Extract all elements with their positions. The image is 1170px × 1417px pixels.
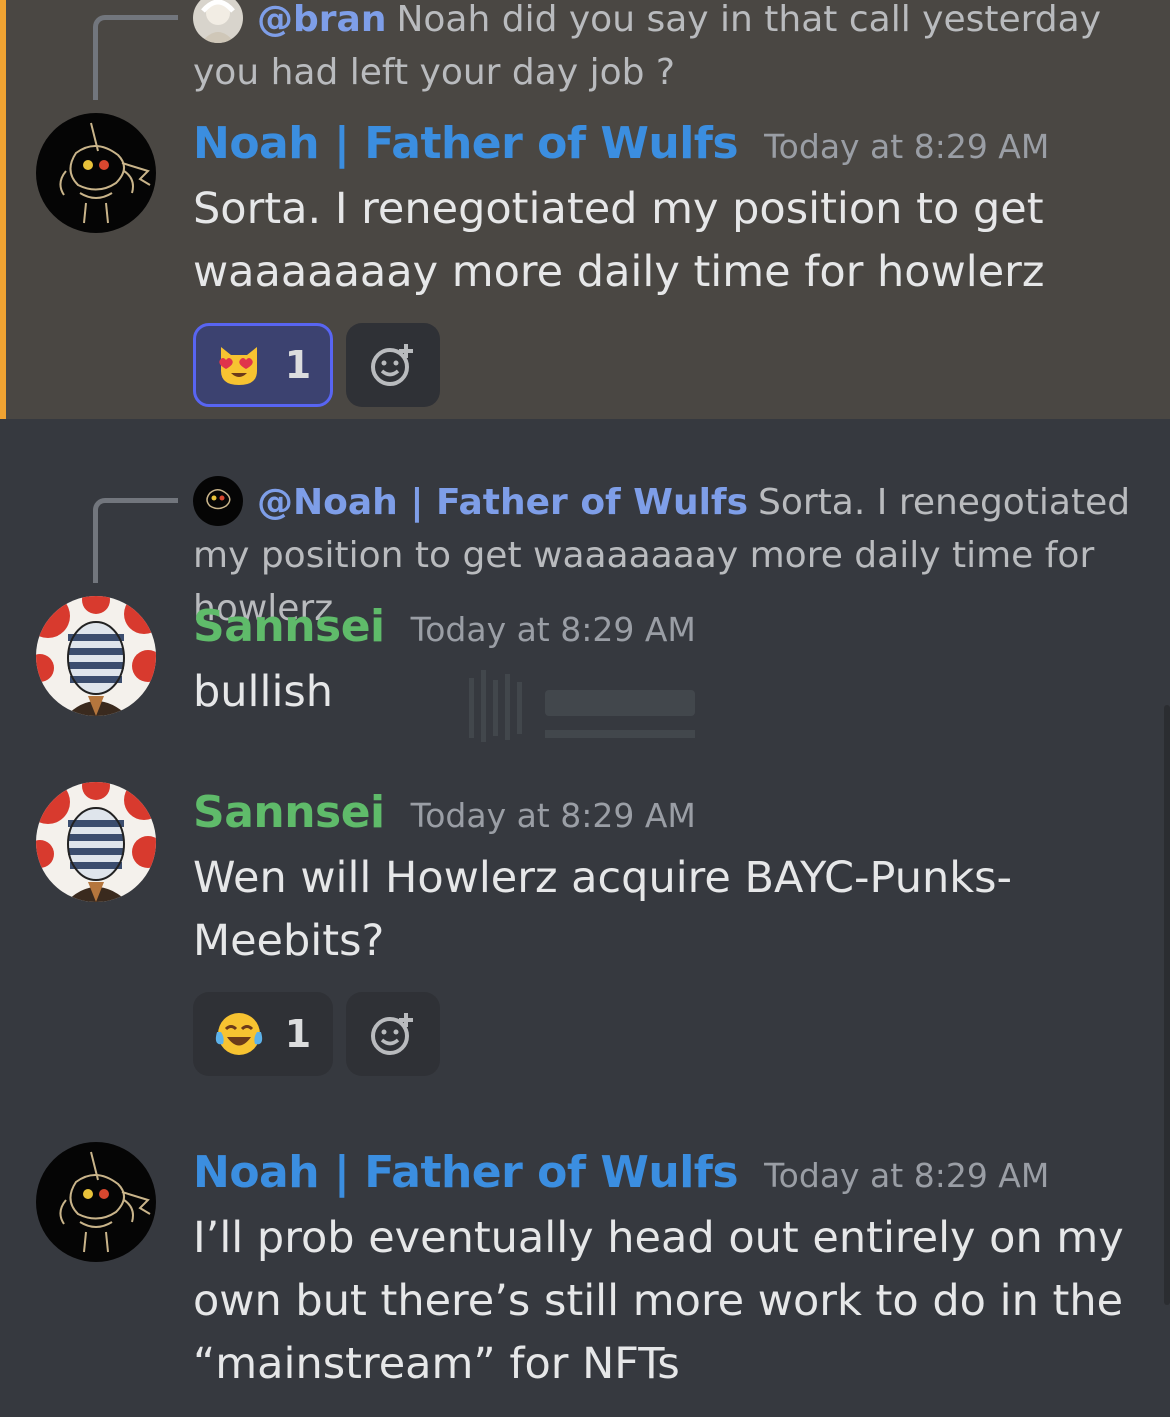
add-reaction-icon [371, 344, 413, 386]
reply-connector [93, 15, 178, 100]
noah-avatar [193, 476, 243, 526]
message-header: Noah | Father of Wulfs Today at 8:29 AM [193, 1147, 1049, 1207]
reaction-joy[interactable]: 1 [193, 992, 333, 1076]
noah-avatar[interactable] [36, 113, 156, 233]
heart-eyes-cat-emoji [219, 347, 257, 385]
reply-mention[interactable]: @bran [257, 0, 386, 40]
reply-mention[interactable]: @Noah | Father of Wulfs [257, 482, 748, 523]
message-text: Wen will Howlerz acquire BAYC-Punks-Meeb… [193, 853, 1013, 966]
reaction-heart-eyes-cat[interactable]: 1 [193, 323, 333, 407]
message-header: Noah | Father of Wulfs Today at 8:29 AM [193, 118, 1049, 178]
author-name[interactable]: Sannsei [193, 601, 385, 652]
sannsei-avatar[interactable] [36, 596, 156, 716]
reaction-count: 1 [284, 343, 312, 387]
author-name[interactable]: Noah | Father of Wulfs [193, 118, 739, 169]
timestamp: Today at 8:29 AM [410, 796, 696, 835]
add-reaction-button[interactable] [346, 992, 440, 1076]
message-text: I’ll prob eventually head out entirely o… [193, 1213, 1124, 1389]
reply-connector [93, 498, 178, 583]
reaction-count: 1 [284, 1012, 312, 1056]
author-name[interactable]: Sannsei [193, 787, 385, 838]
reply-preview[interactable]: @bran Noah did you say in that call yeste… [193, 0, 1143, 99]
timestamp: Today at 8:29 AM [764, 1156, 1050, 1195]
author-name[interactable]: Noah | Father of Wulfs [193, 1147, 739, 1198]
sannsei-avatar[interactable] [36, 782, 156, 902]
bran-avatar [193, 0, 243, 43]
watermark-logo [465, 670, 705, 754]
add-reaction-icon [371, 1013, 413, 1055]
scrollbar[interactable] [1164, 705, 1170, 1305]
timestamp: Today at 8:29 AM [764, 127, 1050, 166]
add-reaction-button[interactable] [346, 323, 440, 407]
timestamp: Today at 8:29 AM [410, 610, 696, 649]
mention-highlight-bar [0, 0, 6, 419]
message-text: Sorta. I renegotiated my position to get… [193, 184, 1045, 297]
joy-emoji [215, 1013, 262, 1055]
noah-avatar[interactable] [36, 1142, 156, 1262]
message-header: Sannsei Today at 8:29 AM [193, 787, 696, 847]
message-header: Sannsei Today at 8:29 AM [193, 601, 696, 661]
